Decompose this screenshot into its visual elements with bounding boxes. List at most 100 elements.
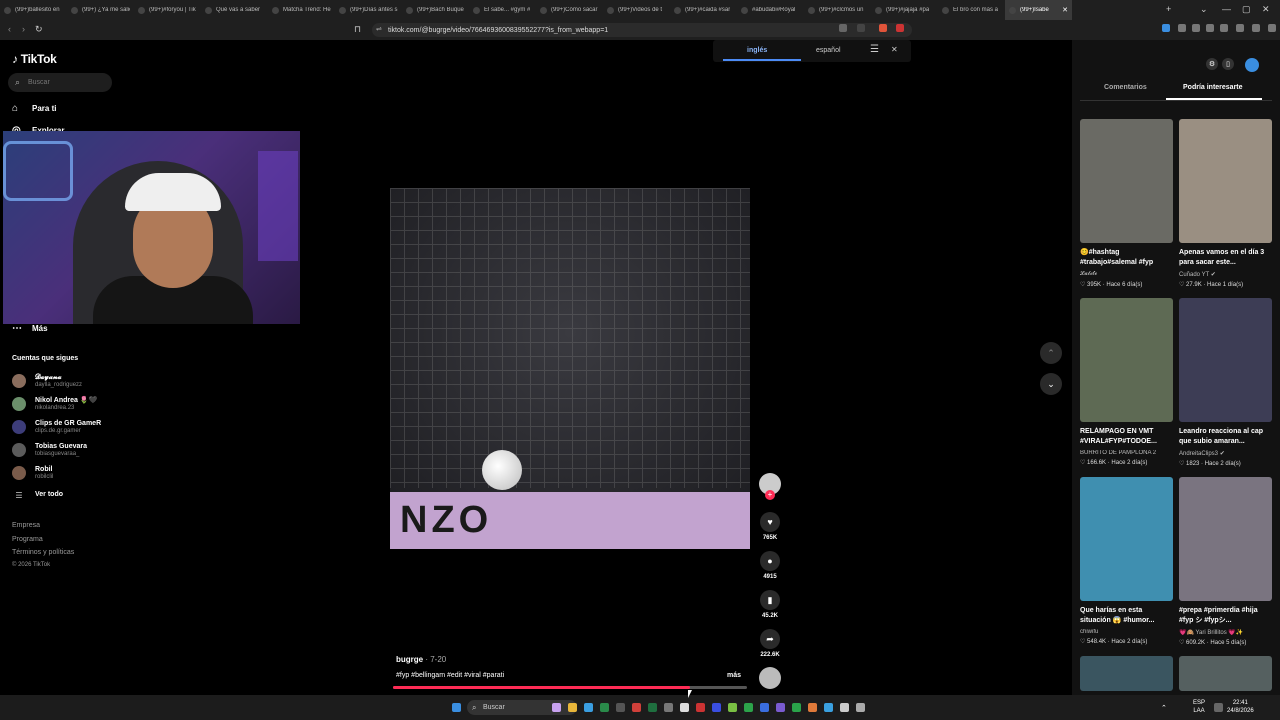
extension-icon-3[interactable] <box>1192 24 1200 32</box>
extension-icon-6[interactable] <box>1236 24 1244 32</box>
browser-tab[interactable]: Matcha Trend: He <box>268 0 335 20</box>
recommended-card-partial[interactable] <box>1179 656 1272 691</box>
taskbar-app-icon[interactable] <box>632 703 641 712</box>
search-input[interactable]: ⌕ Buscar <box>8 73 112 92</box>
recommended-card-partial[interactable] <box>1080 656 1173 691</box>
site-info-icon[interactable]: ⇌ <box>376 25 382 33</box>
taskbar-app-icon[interactable] <box>840 703 849 712</box>
taskbar-app-icon[interactable] <box>760 703 769 712</box>
browser-tab[interactable]: (99+)Isabe ✕ <box>1005 0 1072 20</box>
save-button[interactable]: ▮ 45.2K <box>757 590 783 619</box>
browser-tab[interactable]: (99+)Bach Buque <box>402 0 469 20</box>
more-link[interactable]: más <box>727 672 741 679</box>
following-account[interactable]: Nikol Andrea 🌷🖤 nikolandrea.23 <box>12 394 97 414</box>
tab-podria-interesarte[interactable]: Podría interesarte <box>1183 84 1243 91</box>
taskbar-app-icon[interactable] <box>792 703 801 712</box>
next-video-button[interactable]: ⌄ <box>1040 373 1062 395</box>
extension-icon-1[interactable] <box>1162 24 1170 32</box>
network-icon[interactable] <box>1214 703 1223 712</box>
browser-tab[interactable]: Qué vas a saber <box>201 0 268 20</box>
cast-icon[interactable] <box>857 24 865 32</box>
taskbar-app-icon[interactable] <box>664 703 673 712</box>
following-account[interactable]: Clips de GR GameR clips.de.gr.gamer <box>12 417 101 437</box>
browser-tab[interactable]: (99+)Días antes s <box>335 0 402 20</box>
tiktok-logo[interactable]: ♪ TikTok <box>12 52 57 66</box>
follow-plus-icon[interactable]: + <box>765 490 775 500</box>
video-player[interactable]: NZO <box>390 188 750 549</box>
see-all-link[interactable]: ☰ Ver todo <box>12 485 63 505</box>
browser-tab[interactable]: #abudabi#Royal <box>737 0 804 20</box>
extension-icon-4[interactable] <box>1206 24 1214 32</box>
taskbar-app-icon[interactable] <box>824 703 833 712</box>
brave-shield-icon[interactable] <box>879 24 887 32</box>
taskbar-app-icon[interactable] <box>776 703 785 712</box>
settings-icon[interactable]: ⚙ <box>1206 58 1218 70</box>
browser-tab[interactable]: (99+)#caida #sar <box>670 0 737 20</box>
browser-tab[interactable]: (99+)Videos de t <box>603 0 670 20</box>
taskbar-app-icon[interactable] <box>552 703 561 712</box>
minimize-icon[interactable]: — <box>1222 4 1231 14</box>
translate-close-icon[interactable]: ✕ <box>891 45 898 54</box>
recommended-video-card[interactable]: Apenas vamos en el día 3 para sacar este… <box>1179 119 1272 288</box>
comment-button[interactable]: ● 4915 <box>757 551 783 580</box>
tray-chevron-icon[interactable]: ⌃ <box>1161 704 1170 713</box>
browser-tab[interactable]: (99+)#foryou | Tik <box>134 0 201 20</box>
browser-tab[interactable]: (99+)#jajaja #pa <box>871 0 938 20</box>
taskbar-app-icon[interactable] <box>744 703 753 712</box>
browser-tab[interactable]: El bro con más a <box>938 0 1005 20</box>
lang-source-tab[interactable]: inglés <box>747 47 767 54</box>
keyboard-language[interactable]: ESP LAA <box>1193 699 1205 715</box>
taskbar-app-icon[interactable] <box>600 703 609 712</box>
lang-target-tab[interactable]: español <box>816 47 841 54</box>
like-button[interactable]: ♥ 765K <box>757 512 783 541</box>
browser-tab[interactable]: (99+)#clcmos un <box>804 0 871 20</box>
taskbar-app-icon[interactable] <box>568 703 577 712</box>
browser-tab[interactable]: (99+)ballesito en <box>0 0 67 20</box>
maximize-icon[interactable]: ▢ <box>1242 4 1251 15</box>
following-account[interactable]: Tobias Guevara tobiasguevaraa_ <box>12 440 87 460</box>
following-account[interactable]: Robil robilclil <box>12 463 53 483</box>
bookmark-icon[interactable]: ⊓ <box>354 24 361 35</box>
reload-icon[interactable]: ↻ <box>35 24 43 35</box>
user-avatar[interactable] <box>1245 58 1259 72</box>
footer-empresa[interactable]: Empresa <box>12 522 40 529</box>
music-disc[interactable] <box>757 667 783 689</box>
windows-start-icon[interactable] <box>452 703 461 712</box>
taskbar-app-icon[interactable] <box>616 703 625 712</box>
following-account[interactable]: 𝓓𝓪𝔂𝓪𝓷𝓪 daylla_rodriguezz <box>12 371 82 391</box>
translate-icon[interactable] <box>839 24 847 32</box>
close-window-icon[interactable]: ✕ <box>1262 4 1270 15</box>
browser-tab[interactable]: El sabe... #gym # <box>469 0 536 20</box>
address-bar[interactable]: ⇌ tiktok.com/@bugrge/video/7664693600839… <box>372 23 912 37</box>
taskbar-app-icon[interactable] <box>728 703 737 712</box>
device-icon[interactable]: ▯ <box>1222 58 1234 70</box>
extension-icon-5[interactable] <box>1220 24 1228 32</box>
tab-close-icon[interactable]: ✕ <box>1062 6 1068 14</box>
browser-tab[interactable]: (99+)Cómo sacar <box>536 0 603 20</box>
taskbar-app-icon[interactable] <box>856 703 865 712</box>
creator-avatar[interactable]: + <box>757 473 783 500</box>
menu-icon[interactable] <box>1268 24 1276 32</box>
video-hashtags[interactable]: #fyp #bellingam #edit #viral #parati <box>396 672 504 679</box>
taskbar-app-icon[interactable] <box>680 703 689 712</box>
recommended-video-card[interactable]: RELÁMPAGO EN VMT #VIRAL#FYP#TODOE... BURR… <box>1080 298 1173 466</box>
forward-icon[interactable]: › <box>22 24 25 34</box>
extension-icon-2[interactable] <box>1178 24 1186 32</box>
recommended-video-card[interactable]: 😊#hashtag #trabajo#salemal #fyp 𝓛𝓪𝓵𝓲𝓽𝓸 ♡ 3… <box>1080 119 1173 288</box>
back-icon[interactable]: ‹ <box>8 24 11 34</box>
taskbar-app-icon[interactable] <box>712 703 721 712</box>
rewards-icon[interactable] <box>896 24 904 32</box>
taskbar-app-icon[interactable] <box>648 703 657 712</box>
profile-icon[interactable] <box>1252 24 1260 32</box>
taskbar-app-icon[interactable] <box>808 703 817 712</box>
browser-tab[interactable]: (99+) ¿Ya me salió <box>67 0 134 20</box>
translate-menu-icon[interactable]: ☰ <box>870 44 879 55</box>
new-tab-button[interactable]: + <box>1166 4 1171 14</box>
tab-list-icon[interactable]: ⌄ <box>1200 4 1208 15</box>
recommended-video-card[interactable]: #prepa #primerdia #hija #fyp シ #fypシ... 💗… <box>1179 477 1272 646</box>
recommended-video-card[interactable]: Leandro reacciona al cap que subio amara… <box>1179 298 1272 467</box>
previous-video-button[interactable]: ⌃ <box>1040 342 1062 364</box>
recommended-video-card[interactable]: Que harías en esta situación 😱 #humor...… <box>1080 477 1173 645</box>
footer-programa[interactable]: Programa <box>12 536 43 543</box>
nav-para-ti[interactable]: ⌂ Para ti <box>12 103 56 114</box>
